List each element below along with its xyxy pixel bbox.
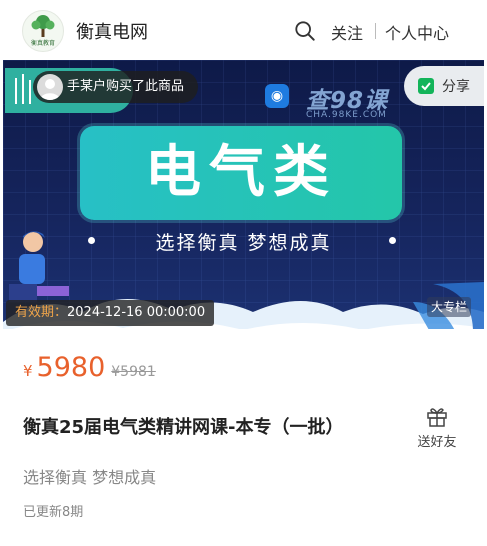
- watermark-url: CHA.98KE.COM: [306, 110, 387, 120]
- wechat-share-icon: [418, 78, 434, 94]
- product-slogan: 选择衡真 梦想成真: [23, 468, 157, 487]
- watermark-logo-icon: ◉: [265, 84, 289, 108]
- price-currency: ¥: [23, 362, 33, 380]
- top-header: 衡真教育 衡真电网 关注 个人中心: [0, 0, 487, 60]
- category-heading: 电气类: [145, 140, 337, 205]
- student-illustration: [9, 231, 69, 302]
- site-logo[interactable]: 衡真教育: [22, 10, 64, 52]
- gift-icon: [427, 408, 447, 427]
- follow-button[interactable]: 关注: [331, 20, 363, 44]
- gift-to-friend-button[interactable]: 送好友: [414, 404, 460, 450]
- price-row: ¥ 5980 ¥5981: [23, 352, 156, 383]
- tree-logo-icon: 衡真教育: [31, 15, 55, 47]
- purchase-notice: 手某户购买了此商品: [33, 71, 199, 103]
- gift-label: 送好友: [417, 435, 457, 450]
- banner-slogan: 选择衡真 梦想成真: [155, 232, 332, 254]
- validity-date: 2024-12-16 00:00:00: [67, 305, 206, 320]
- site-title[interactable]: 衡真电网: [76, 18, 148, 44]
- buyer-avatar: [37, 74, 63, 100]
- category-heading-card: 电气类: [80, 126, 402, 220]
- avatar-icon: [40, 79, 60, 100]
- validity-badge: 有效期：2024-12-16 00:00:00: [6, 300, 215, 326]
- original-price: ¥5981: [111, 364, 156, 380]
- purchase-notice-text: 手某户购买了此商品: [67, 79, 185, 94]
- header-divider: [375, 23, 376, 39]
- user-center-link[interactable]: 个人中心: [385, 20, 449, 44]
- current-price: 5980: [36, 352, 106, 383]
- validity-label: 有效期：: [15, 305, 68, 320]
- update-status: 已更新8期: [23, 505, 84, 520]
- share-label: 分享: [442, 79, 470, 95]
- product-banner[interactable]: 手某户购买了此商品 ◉ 查98课 CHA.98KE.COM 分享 电气类 选择衡…: [3, 60, 484, 329]
- search-icon[interactable]: [294, 20, 316, 42]
- logo-text: 衡真教育: [31, 39, 55, 47]
- category-tag[interactable]: 大专栏: [427, 297, 472, 317]
- slogan-dot: [389, 237, 396, 244]
- share-button[interactable]: 分享: [404, 66, 484, 106]
- product-title: 衡真25届电气类精讲网课-本专（一批）: [23, 417, 344, 438]
